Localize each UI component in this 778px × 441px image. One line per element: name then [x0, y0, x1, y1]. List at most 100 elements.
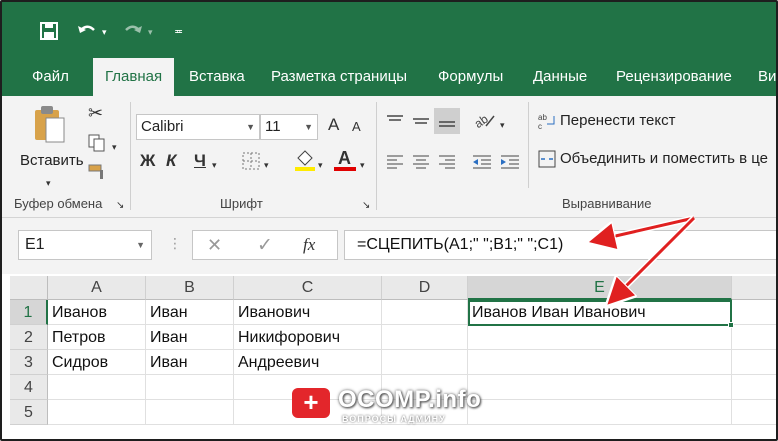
increase-indent-icon[interactable]: [500, 154, 520, 175]
align-top-icon[interactable]: [386, 114, 404, 135]
wrap-text-icon[interactable]: ab c: [538, 112, 556, 135]
font-color-glyph: A: [338, 148, 351, 168]
insert-function-icon[interactable]: fx: [303, 235, 315, 255]
align-right-icon[interactable]: [438, 154, 456, 175]
cell-a5[interactable]: [48, 400, 146, 425]
align-bottom-icon[interactable]: [434, 108, 460, 134]
tab-formulas[interactable]: Формулы: [438, 58, 503, 96]
tab-page-layout[interactable]: Разметка страницы: [271, 58, 407, 96]
format-painter-icon[interactable]: [88, 164, 108, 185]
borders-dropdown-icon[interactable]: ▾: [264, 156, 269, 174]
cell-c1[interactable]: Иванович: [234, 300, 382, 325]
paste-icon[interactable]: [32, 104, 68, 149]
font-name-select[interactable]: Calibri ▼: [136, 114, 260, 140]
grow-font-icon[interactable]: A: [328, 116, 339, 134]
cell-f5[interactable]: [732, 400, 776, 425]
tab-insert[interactable]: Вставка: [189, 58, 245, 96]
decrease-indent-icon[interactable]: [472, 154, 492, 175]
tab-view[interactable]: Ви: [758, 58, 776, 96]
tab-review[interactable]: Рецензирование: [616, 58, 732, 96]
cell-a4[interactable]: [48, 375, 146, 400]
customize-qat-icon[interactable]: ≖: [174, 22, 183, 42]
cell-f4[interactable]: [732, 375, 776, 400]
cell-d1[interactable]: [382, 300, 468, 325]
cell-e3[interactable]: [468, 350, 732, 375]
column-header-b[interactable]: B: [146, 276, 234, 300]
name-box[interactable]: E1 ▼: [18, 230, 152, 260]
cell-c2[interactable]: Никифорович: [234, 325, 382, 350]
chevron-down-icon: ▼: [304, 122, 313, 132]
cell-b1[interactable]: Иван: [146, 300, 234, 325]
merge-center-button[interactable]: Объединить и поместить в це: [560, 150, 768, 167]
tab-file[interactable]: Файл: [32, 58, 69, 96]
row-header-4[interactable]: 4: [10, 375, 48, 400]
bold-button[interactable]: Ж: [140, 152, 155, 170]
column-header-c[interactable]: C: [234, 276, 382, 300]
font-launcher-icon[interactable]: ↘: [362, 197, 370, 215]
undo-dropdown-icon[interactable]: ▾: [102, 22, 107, 42]
row-header-1[interactable]: 1: [10, 300, 48, 325]
column-header-e[interactable]: E: [468, 276, 732, 300]
font-color-icon[interactable]: A: [334, 148, 356, 172]
align-center-icon[interactable]: [412, 154, 430, 175]
paste-dropdown-icon[interactable]: ▾: [46, 174, 51, 192]
orientation-icon[interactable]: ab: [472, 110, 496, 135]
font-size-select[interactable]: 11 ▼: [260, 114, 318, 140]
fill-handle[interactable]: [728, 322, 734, 328]
cell-d2[interactable]: [382, 325, 468, 350]
redo-dropdown-icon[interactable]: ▾: [148, 22, 153, 42]
cell-a1[interactable]: Иванов: [48, 300, 146, 325]
orientation-dropdown-icon[interactable]: ▾: [500, 116, 505, 134]
tab-home[interactable]: Главная: [93, 58, 175, 96]
redo-icon[interactable]: [122, 22, 144, 44]
cut-icon[interactable]: ✂: [88, 104, 103, 122]
merge-center-icon[interactable]: [538, 150, 556, 173]
clipboard-launcher-icon[interactable]: ↘: [116, 197, 124, 215]
cell-b2[interactable]: Иван: [146, 325, 234, 350]
row-header-2[interactable]: 2: [10, 325, 48, 350]
shrink-font-icon[interactable]: A: [352, 118, 361, 136]
column-header-d[interactable]: D: [382, 276, 468, 300]
cell-e2[interactable]: [468, 325, 732, 350]
column-header-f[interactable]: [732, 276, 776, 300]
copy-icon[interactable]: [88, 134, 106, 157]
align-middle-icon[interactable]: [412, 114, 430, 135]
font-color-dropdown-icon[interactable]: ▾: [360, 156, 365, 174]
paste-button[interactable]: Вставить: [20, 152, 84, 169]
cell-e4[interactable]: [468, 375, 732, 400]
cell-d3[interactable]: [382, 350, 468, 375]
wrap-text-button[interactable]: Перенести текст: [560, 112, 676, 129]
fill-color-dropdown-icon[interactable]: ▾: [318, 156, 323, 174]
copy-dropdown-icon[interactable]: ▾: [112, 138, 117, 156]
cell-e5[interactable]: [468, 400, 732, 425]
svg-text:ab: ab: [538, 113, 547, 122]
enter-icon[interactable]: ✓: [257, 234, 273, 257]
underline-dropdown-icon[interactable]: ▾: [212, 156, 217, 174]
cell-f2[interactable]: [732, 325, 776, 350]
cell-a3[interactable]: Сидров: [48, 350, 146, 375]
fill-color-icon[interactable]: [294, 148, 316, 177]
formula-bar-grip-icon[interactable]: ⋮: [168, 236, 182, 250]
cell-f3[interactable]: [732, 350, 776, 375]
undo-icon[interactable]: [76, 22, 98, 44]
column-header-a[interactable]: A: [48, 276, 146, 300]
select-all-corner[interactable]: [10, 276, 48, 300]
cell-a2[interactable]: Петров: [48, 325, 146, 350]
cell-f1[interactable]: [732, 300, 776, 325]
align-left-icon[interactable]: [386, 154, 404, 175]
row-header-5[interactable]: 5: [10, 400, 48, 425]
formula-input[interactable]: =СЦЕПИТЬ(A1;" ";B1;" ";C1): [344, 230, 776, 260]
row-header-3[interactable]: 3: [10, 350, 48, 375]
italic-button[interactable]: К: [166, 152, 176, 170]
cell-b5[interactable]: [146, 400, 234, 425]
cell-b3[interactable]: Иван: [146, 350, 234, 375]
underline-button[interactable]: Ч: [194, 152, 206, 170]
save-icon[interactable]: [40, 22, 58, 44]
tab-data[interactable]: Данные: [533, 58, 587, 96]
ribbon-tabs: Файл Главная Вставка Разметка страницы Ф…: [2, 58, 776, 96]
cell-b4[interactable]: [146, 375, 234, 400]
cancel-icon[interactable]: ✕: [207, 235, 222, 256]
cell-c3[interactable]: Андреевич: [234, 350, 382, 375]
separator: [130, 102, 131, 210]
borders-icon[interactable]: [242, 152, 260, 175]
